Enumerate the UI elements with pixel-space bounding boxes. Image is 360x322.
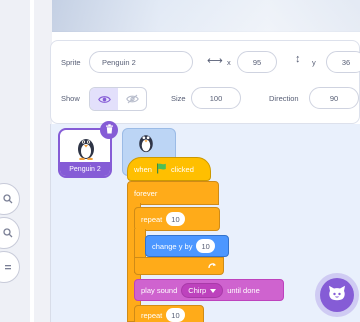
direction-label: Direction: [269, 94, 299, 103]
when-flag-clicked-block[interactable]: when clicked: [127, 157, 211, 181]
show-visible-button[interactable]: [90, 88, 118, 110]
x-position-field[interactable]: 95: [237, 51, 277, 73]
repeat-block[interactable]: repeat 10: [134, 207, 220, 231]
delete-sprite-button[interactable]: [100, 121, 118, 139]
forever-block[interactable]: forever: [127, 181, 219, 205]
stage-preview[interactable]: [52, 0, 360, 32]
sprite-card-label: Penguin 2: [60, 162, 110, 176]
loop-arrow-icon: [208, 261, 217, 272]
direction-field[interactable]: 90: [309, 87, 359, 109]
x-label: x: [227, 58, 231, 67]
sound-name: Chirp: [188, 285, 207, 295]
penguin-thumbnail: [76, 134, 96, 165]
penguin-thumbnail: [137, 131, 155, 158]
show-toggle: [89, 87, 147, 111]
repeat-block-foot: [134, 257, 224, 275]
trash-icon: [105, 121, 114, 139]
y-position-icon: ↕: [295, 53, 301, 65]
repeat-label: repeat: [141, 214, 163, 224]
y-label: y: [312, 58, 316, 67]
y-position-field[interactable]: 36: [326, 51, 360, 73]
change-y-input[interactable]: 10: [196, 239, 215, 253]
sprite-info-panel: Sprite Penguin 2 ⟷ x 95 ↕ y 36 Show Size…: [50, 40, 360, 124]
play-sound-label: play sound: [141, 285, 178, 295]
repeat-count-input[interactable]: 10: [166, 212, 185, 226]
size-field[interactable]: 100: [191, 87, 241, 109]
green-flag-icon: [156, 163, 167, 176]
show-hidden-button[interactable]: [118, 88, 146, 110]
play-sound-until-done-block[interactable]: play sound Chirp until done: [134, 279, 284, 301]
clicked-label: clicked: [170, 164, 194, 174]
sprite-label: Sprite: [61, 58, 81, 67]
show-label: Show: [61, 94, 80, 103]
repeat-block-2[interactable]: repeat 10: [134, 305, 204, 322]
size-label: Size: [171, 94, 186, 103]
eye-icon: [97, 91, 111, 109]
eye-slash-icon: [125, 91, 139, 109]
caret-down-icon: [210, 286, 217, 295]
cat-icon: [328, 285, 346, 306]
repeat-label-2: repeat: [141, 310, 163, 320]
change-y-label: change y by: [152, 241, 193, 251]
until-done-label: until done: [227, 285, 260, 295]
choose-sprite-button[interactable]: [320, 278, 354, 312]
x-position-icon: ⟷: [207, 55, 223, 67]
repeat-count-input-2[interactable]: 10: [166, 308, 185, 322]
forever-label: forever: [134, 188, 158, 198]
change-y-by-block[interactable]: change y by 10: [145, 235, 229, 257]
sprite-name-field[interactable]: Penguin 2: [89, 51, 193, 73]
sound-dropdown[interactable]: Chirp: [181, 282, 224, 298]
when-label: when: [134, 164, 152, 174]
